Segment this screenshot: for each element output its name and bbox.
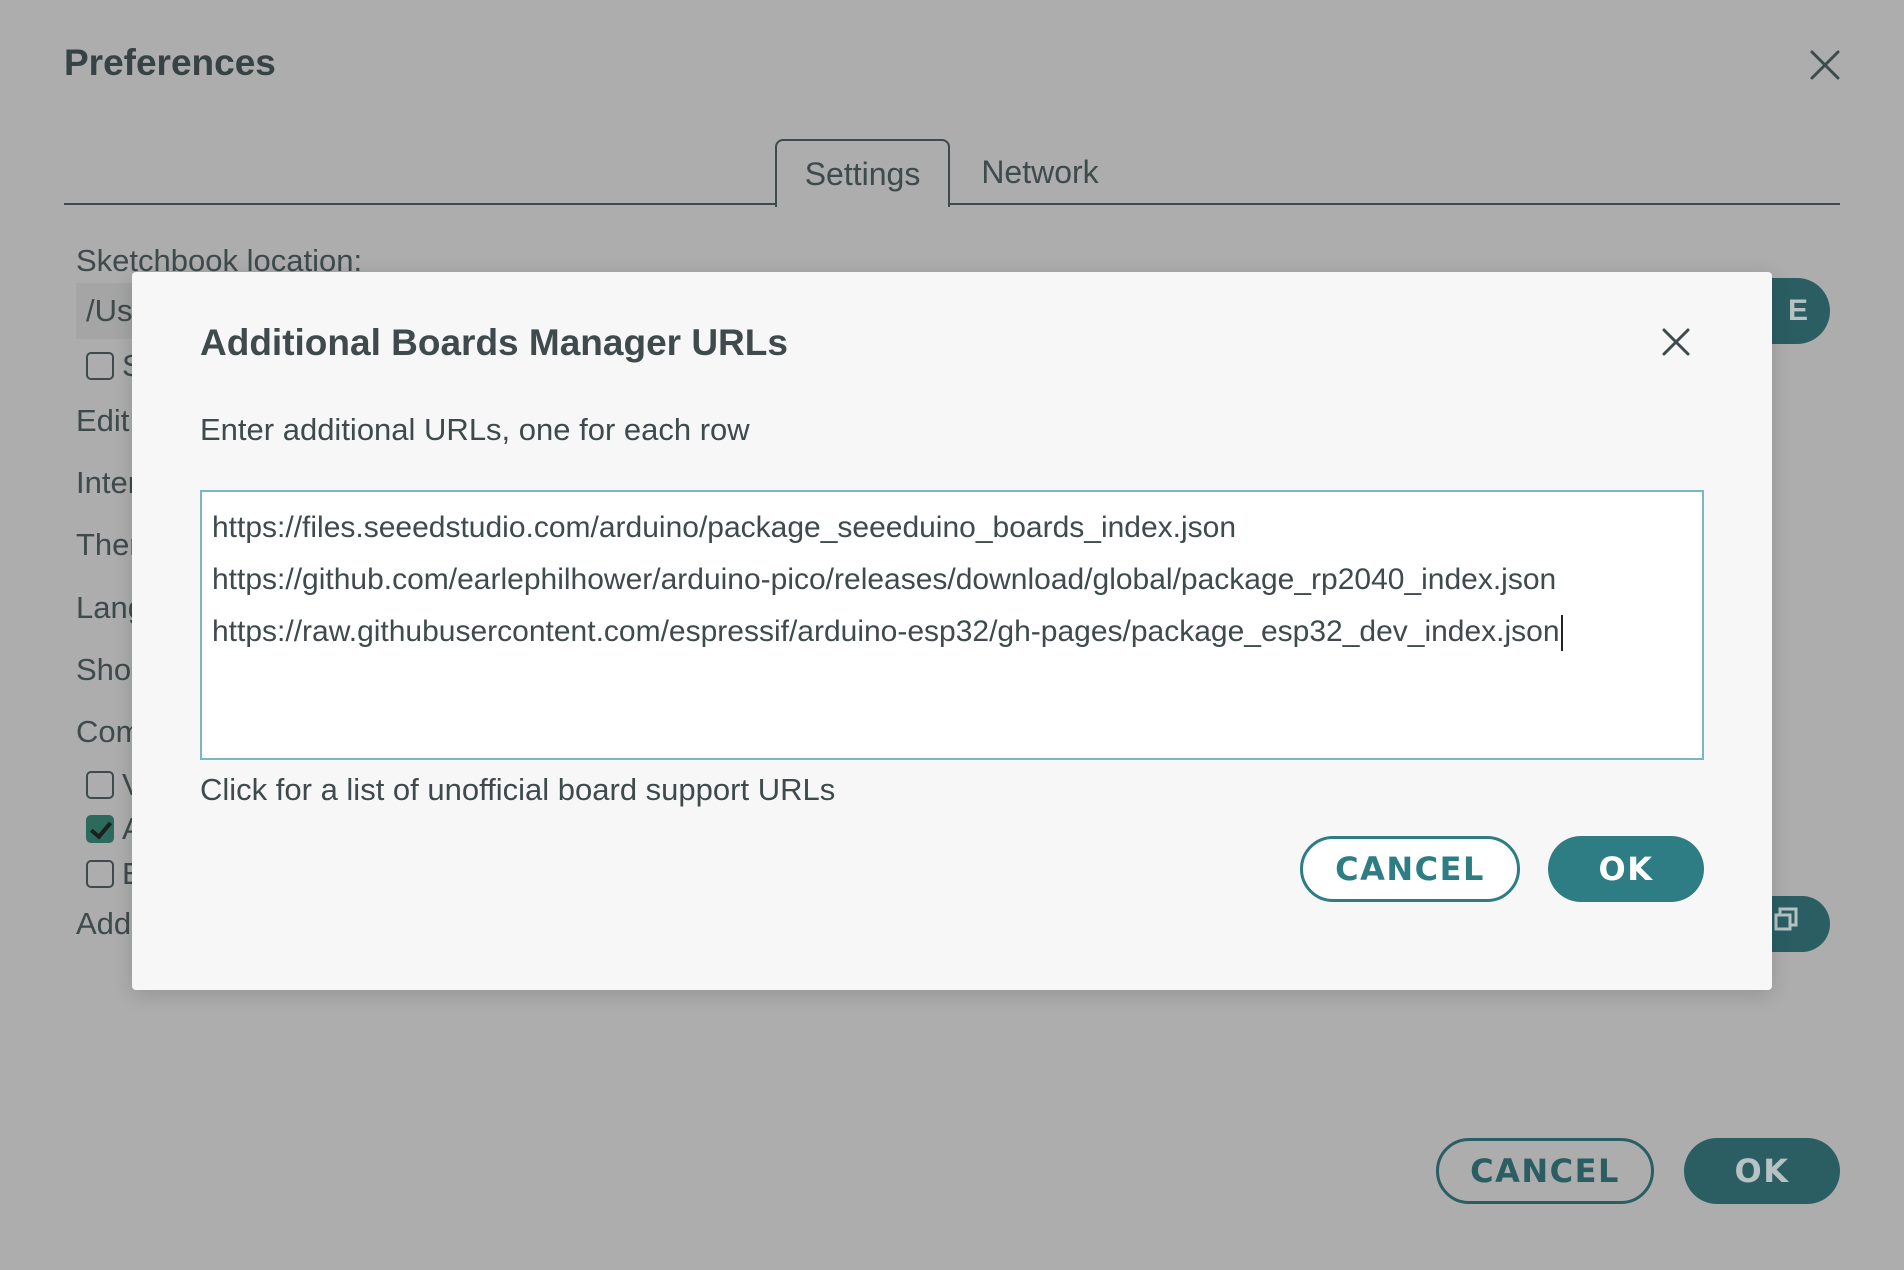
preferences-title: Preferences — [64, 42, 276, 83]
url-line-3-text: https://raw.githubusercontent.com/espres… — [212, 615, 1560, 648]
text-caret — [1560, 615, 1563, 652]
window-restore-icon — [1774, 907, 1800, 941]
url-line-2: https://github.com/earlephilhower/arduin… — [212, 563, 1557, 596]
preferences-ok-button[interactable]: OK — [1684, 1138, 1840, 1204]
editor-font-size-label: Edit — [76, 403, 130, 438]
modal-close-icon[interactable] — [1656, 322, 1696, 362]
theme-label: Ther — [76, 527, 140, 562]
interface-scale-label: Inter — [76, 465, 139, 500]
urls-textarea[interactable]: https://files.seeedstudio.com/arduino/pa… — [200, 490, 1704, 760]
preferences-close-icon[interactable] — [1804, 44, 1846, 86]
url-line-1: https://files.seeedstudio.com/arduino/pa… — [212, 511, 1237, 544]
show-verbose-label: Sho — [76, 652, 132, 687]
modal-title: Additional Boards Manager URLs — [200, 322, 788, 363]
additional-urls-modal: Additional Boards Manager URLs Enter add… — [132, 272, 1772, 990]
editor-quick-suggestions-checkbox[interactable] — [86, 860, 114, 888]
tab-network[interactable]: Network — [960, 139, 1120, 205]
preferences-window: Preferences Settings Network Sketchbook … — [0, 0, 1904, 1270]
tabs-divider — [64, 203, 1840, 205]
modal-subtitle: Enter additional URLs, one for each row — [200, 412, 750, 447]
modal-cancel-button[interactable]: CANCEL — [1300, 836, 1520, 902]
url-line-3: https://raw.githubusercontent.com/espres… — [212, 606, 1692, 658]
unofficial-urls-link[interactable]: Click for a list of unofficial board sup… — [200, 772, 835, 808]
browse-button-label: E — [1787, 294, 1808, 327]
modal-ok-button[interactable]: OK — [1548, 836, 1704, 902]
additional-urls-label: Add — [76, 906, 132, 941]
verify-code-checkbox[interactable] — [86, 771, 114, 799]
preferences-cancel-button[interactable]: CANCEL — [1436, 1138, 1654, 1204]
tab-settings[interactable]: Settings — [775, 139, 950, 207]
auto-save-checkbox[interactable] — [86, 815, 114, 843]
pref-checkbox-1[interactable] — [86, 352, 114, 380]
